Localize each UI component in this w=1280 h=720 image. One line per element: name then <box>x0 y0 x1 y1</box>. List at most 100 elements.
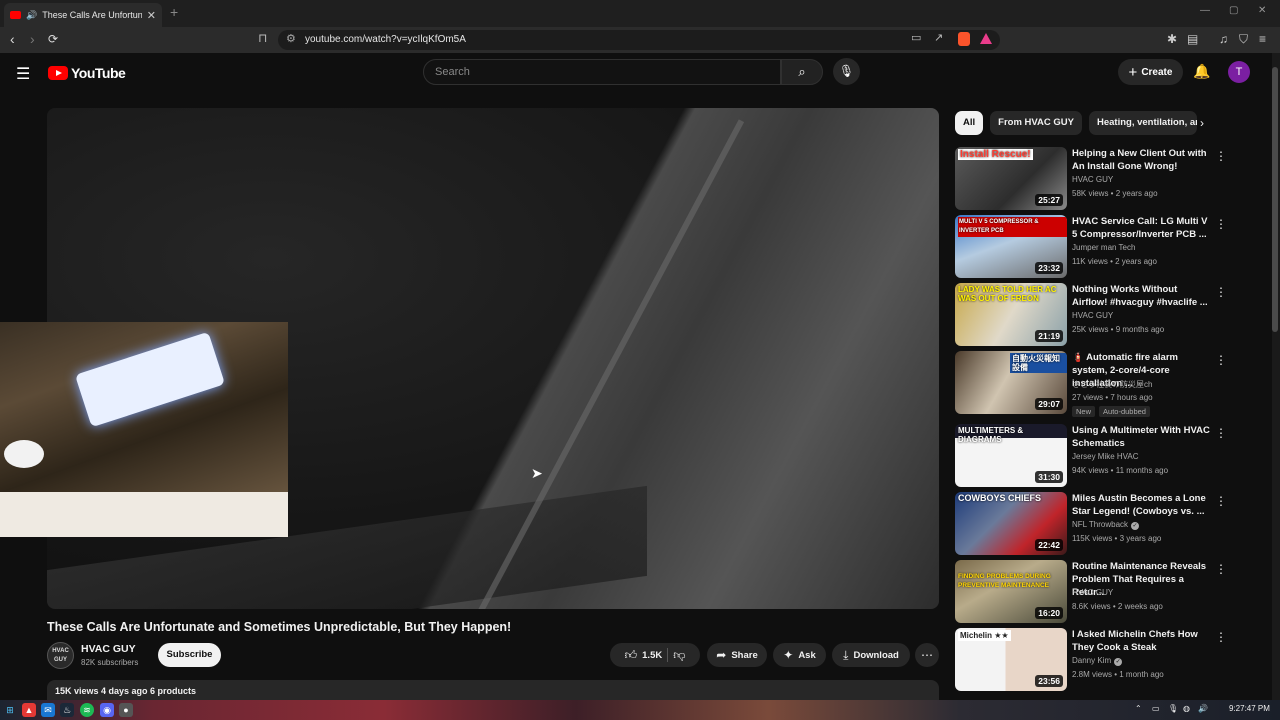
recommendation-title[interactable]: Nothing Works Without Airflow! #hvacguy … <box>1072 283 1210 309</box>
extensions-icon[interactable]: ✱ <box>1167 32 1177 46</box>
recommendation-item[interactable]: LADY WAS TOLD HER AC WAS OUT OF FREON 21… <box>955 283 1227 347</box>
search-input[interactable] <box>424 60 780 84</box>
menu-icon[interactable]: ≡ <box>1259 32 1266 46</box>
voice-search-button[interactable]: 🎙 <box>833 58 860 85</box>
tray-app-icon[interactable]: ▭ <box>1152 704 1160 713</box>
search-button[interactable]: ⌕ <box>781 59 823 85</box>
recommendation-item[interactable]: Install Rescue! 25:27 Helping a New Clie… <box>955 147 1227 211</box>
recommendation-thumbnail[interactable]: MULTIMETERS & DIAGRAMS 31:30 <box>955 424 1067 487</box>
steam-taskbar-icon[interactable]: ♨ <box>60 703 74 717</box>
recommendation-thumbnail[interactable]: 自動火災報知設備 29:07 <box>955 351 1067 414</box>
recommendation-title[interactable]: I Asked Michelin Chefs How They Cook a S… <box>1072 628 1210 654</box>
like-count[interactable]: 1.5K <box>642 650 662 661</box>
recommendation-channel[interactable]: さとう社長の防災屋ch <box>1072 379 1152 390</box>
chip-topic[interactable]: Heating, ventilation, and <box>1088 111 1197 135</box>
vpn-icon[interactable]: ⛉ <box>1239 32 1248 47</box>
windows-start-icon[interactable]: ⊞ <box>3 703 17 717</box>
recommendation-title[interactable]: HVAC Service Call: LG Multi V 5 Compress… <box>1072 215 1210 241</box>
brave-shields-icon[interactable] <box>958 32 970 46</box>
bookmark-icon[interactable]: ⊓ <box>258 31 267 45</box>
more-vertical-icon[interactable]: ⋮ <box>1215 562 1227 576</box>
thumbs-down-icon[interactable]: 👎︎ <box>673 648 685 663</box>
chevron-right-icon[interactable]: › <box>1200 116 1204 130</box>
download-label: Download <box>853 649 899 661</box>
notifications-bell-icon[interactable]: 🔔 <box>1193 63 1210 80</box>
more-vertical-icon[interactable]: ⋮ <box>1215 285 1227 299</box>
close-tab-icon[interactable]: ✕ <box>147 9 156 22</box>
spotify-taskbar-icon[interactable]: ≋ <box>80 703 94 717</box>
brave-taskbar-icon[interactable]: ▲ <box>22 703 36 717</box>
recommendation-thumbnail[interactable]: COWBOYS CHIEFS 22:42 <box>955 492 1067 555</box>
more-vertical-icon[interactable]: ⋮ <box>1215 426 1227 440</box>
tray-network-icon[interactable]: ◍ <box>1183 704 1190 713</box>
recommendation-item[interactable]: 自動火災報知設備 29:07 🧯 Automatic fire alarm sy… <box>955 351 1227 419</box>
scrollbar-thumb[interactable] <box>1272 67 1278 332</box>
ask-button[interactable]: ✦ Ask <box>773 643 826 667</box>
recommendation-channel[interactable]: Jersey Mike HVAC <box>1072 452 1139 461</box>
recommendation-channel[interactable]: HVAC GUY <box>1072 175 1113 184</box>
brave-rewards-icon[interactable] <box>980 33 992 44</box>
recommendation-meta: 27 views • 7 hours ago <box>1072 393 1153 402</box>
recommendation-thumbnail[interactable]: FINDING PROBLEMS DURING PREVENTIVE MAINT… <box>955 560 1067 623</box>
more-actions-button[interactable]: ⋯ <box>915 643 939 667</box>
recommendation-channel[interactable]: Jumper man Tech <box>1072 243 1135 252</box>
tray-chevron-icon[interactable]: ⌃ <box>1135 704 1142 713</box>
recommendation-item[interactable]: Michelin ★★ 23:56 I Asked Michelin Chefs… <box>955 628 1227 692</box>
channel-avatar[interactable]: HVAC GUY <box>47 642 74 669</box>
forward-icon[interactable]: › <box>30 31 35 47</box>
taskbar-clock[interactable]: 9:27:47 PM <box>1229 704 1270 713</box>
obs-taskbar-icon[interactable]: ● <box>119 703 133 717</box>
more-vertical-icon[interactable]: ⋮ <box>1215 630 1227 644</box>
discord-taskbar-icon[interactable]: ◉ <box>100 703 114 717</box>
recommendation-channel[interactable]: Danny Kim ✓ <box>1072 656 1123 666</box>
minimize-icon[interactable]: — <box>1200 5 1210 16</box>
maximize-icon[interactable]: ▢ <box>1229 5 1238 16</box>
site-info-icon[interactable]: ⚙ <box>286 32 296 45</box>
reload-icon[interactable]: ⟳ <box>48 32 58 46</box>
account-avatar[interactable]: T <box>1228 61 1250 83</box>
hamburger-menu-icon[interactable]: ☰ <box>16 64 30 84</box>
recommendation-channel[interactable]: HVAC GUY <box>1072 311 1113 320</box>
address-bar[interactable]: ⚙ youtube.com/watch?v=ycIlqKfOm5A <box>278 30 1000 50</box>
tray-volume-icon[interactable]: 🔊 <box>1198 704 1208 713</box>
channel-name[interactable]: HVAC GUY <box>81 643 136 655</box>
close-window-icon[interactable]: ✕ <box>1258 5 1266 16</box>
browser-tab[interactable]: 🔊 These Calls Are Unfortunate and Someti… <box>4 3 162 27</box>
create-button[interactable]: + Create <box>1118 59 1183 85</box>
recommendation-item[interactable]: COWBOYS CHIEFS 22:42 Miles Austin Become… <box>955 492 1227 556</box>
sidebar-icon[interactable]: ▤ <box>1187 32 1198 46</box>
back-icon[interactable]: ‹ <box>10 31 15 47</box>
recommendation-title[interactable]: Miles Austin Becomes a Lone Star Legend!… <box>1072 492 1210 518</box>
recommendation-thumbnail[interactable]: LADY WAS TOLD HER AC WAS OUT OF FREON 21… <box>955 283 1067 346</box>
share-page-icon[interactable]: ↗ <box>934 31 943 44</box>
more-vertical-icon[interactable]: ⋮ <box>1215 149 1227 163</box>
new-tab-icon[interactable]: + <box>170 4 178 20</box>
recommendation-item[interactable]: MULTI V 5 COMPRESSOR & INVERTER PCB 23:3… <box>955 215 1227 279</box>
mail-taskbar-icon[interactable]: ✉ <box>41 703 55 717</box>
recommendation-thumbnail[interactable]: Michelin ★★ 23:56 <box>955 628 1067 691</box>
recommendation-thumbnail[interactable]: Install Rescue! 25:27 <box>955 147 1067 210</box>
recommendation-title[interactable]: Using A Multimeter With HVAC Schematics <box>1072 424 1210 450</box>
chip-all[interactable]: All <box>955 111 984 135</box>
media-icon[interactable]: ♫ <box>1219 32 1228 46</box>
cast-icon[interactable]: ▭ <box>911 31 921 44</box>
speaker-icon[interactable]: 🔊 <box>26 10 37 21</box>
more-vertical-icon[interactable]: ⋮ <box>1215 494 1227 508</box>
recommendation-channel[interactable]: NFL Throwback ✓ <box>1072 520 1140 530</box>
recommendation-thumbnail[interactable]: MULTI V 5 COMPRESSOR & INVERTER PCB 23:3… <box>955 215 1067 278</box>
share-label: Share <box>731 649 758 661</box>
recommendation-channel[interactable]: HVAC GUY <box>1072 588 1113 597</box>
more-vertical-icon[interactable]: ⋮ <box>1215 217 1227 231</box>
thumbs-up-icon[interactable]: 👍︎ <box>625 648 638 663</box>
page-scrollbar[interactable] <box>1272 53 1280 700</box>
chip-from-channel[interactable]: From HVAC GUY <box>990 111 1082 135</box>
tray-mic-icon[interactable]: 🎙 <box>1168 704 1178 713</box>
download-button[interactable]: ⤓ Download <box>832 643 910 667</box>
recommendation-title[interactable]: Helping a New Client Out with An Install… <box>1072 147 1210 173</box>
recommendation-item[interactable]: FINDING PROBLEMS DURING PREVENTIVE MAINT… <box>955 560 1227 624</box>
subscribe-button[interactable]: Subscribe <box>158 643 221 667</box>
more-vertical-icon[interactable]: ⋮ <box>1215 353 1227 367</box>
recommendation-item[interactable]: MULTIMETERS & DIAGRAMS 31:30 Using A Mul… <box>955 424 1227 488</box>
share-button[interactable]: ➦ Share <box>707 643 767 667</box>
youtube-logo[interactable]: YouTube <box>48 65 126 81</box>
